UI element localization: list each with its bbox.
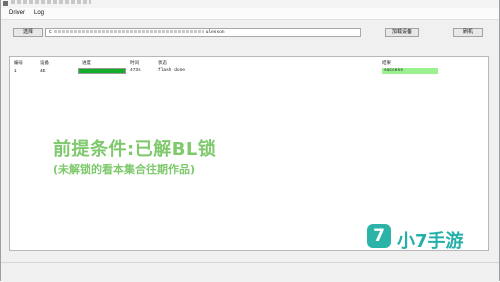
watermark-line1: 前提条件:已解BL锁	[53, 139, 217, 160]
app-window: Driver Log 选择 Culesson 加载设备 刷机 编号 设备 进度 …	[0, 0, 500, 282]
status-bar	[1, 262, 499, 282]
window-title	[11, 0, 91, 4]
row-progress-bar	[78, 68, 126, 74]
select-button[interactable]: 选择	[13, 28, 43, 37]
row-result: success	[382, 68, 438, 74]
row-status: flash done	[158, 68, 186, 73]
menu-log[interactable]: Log	[31, 8, 47, 19]
menu-bar: Driver Log	[1, 8, 499, 20]
header-device: 设备	[40, 60, 49, 65]
header-result: 结果	[382, 60, 391, 65]
brand-logo-char: 7	[373, 226, 385, 246]
app-icon	[3, 1, 8, 6]
row-device: 4E	[40, 68, 46, 73]
load-device-button[interactable]: 加载设备	[385, 28, 419, 37]
header-status: 状态	[158, 60, 167, 65]
header-index: 编号	[14, 60, 23, 65]
brand-name: 小7手游	[397, 231, 464, 252]
redacted-path	[53, 30, 204, 34]
header-time: 时间	[130, 60, 139, 65]
header-progress: 进度	[82, 60, 91, 65]
watermark-line2: (未解锁的看本集合往期作品)	[53, 163, 196, 176]
flash-button[interactable]: 刷机	[453, 28, 483, 37]
menu-driver[interactable]: Driver	[6, 8, 28, 19]
path-suffix: ulesson	[205, 30, 225, 35]
brand-logo-icon: 7	[367, 224, 391, 248]
progress-fill	[79, 69, 125, 73]
row-time: 473s	[130, 68, 141, 73]
path-input[interactable]: Culesson	[45, 28, 361, 37]
title-bar	[1, 0, 499, 8]
row-index: 1	[14, 68, 17, 73]
path-prefix: C	[49, 30, 52, 35]
